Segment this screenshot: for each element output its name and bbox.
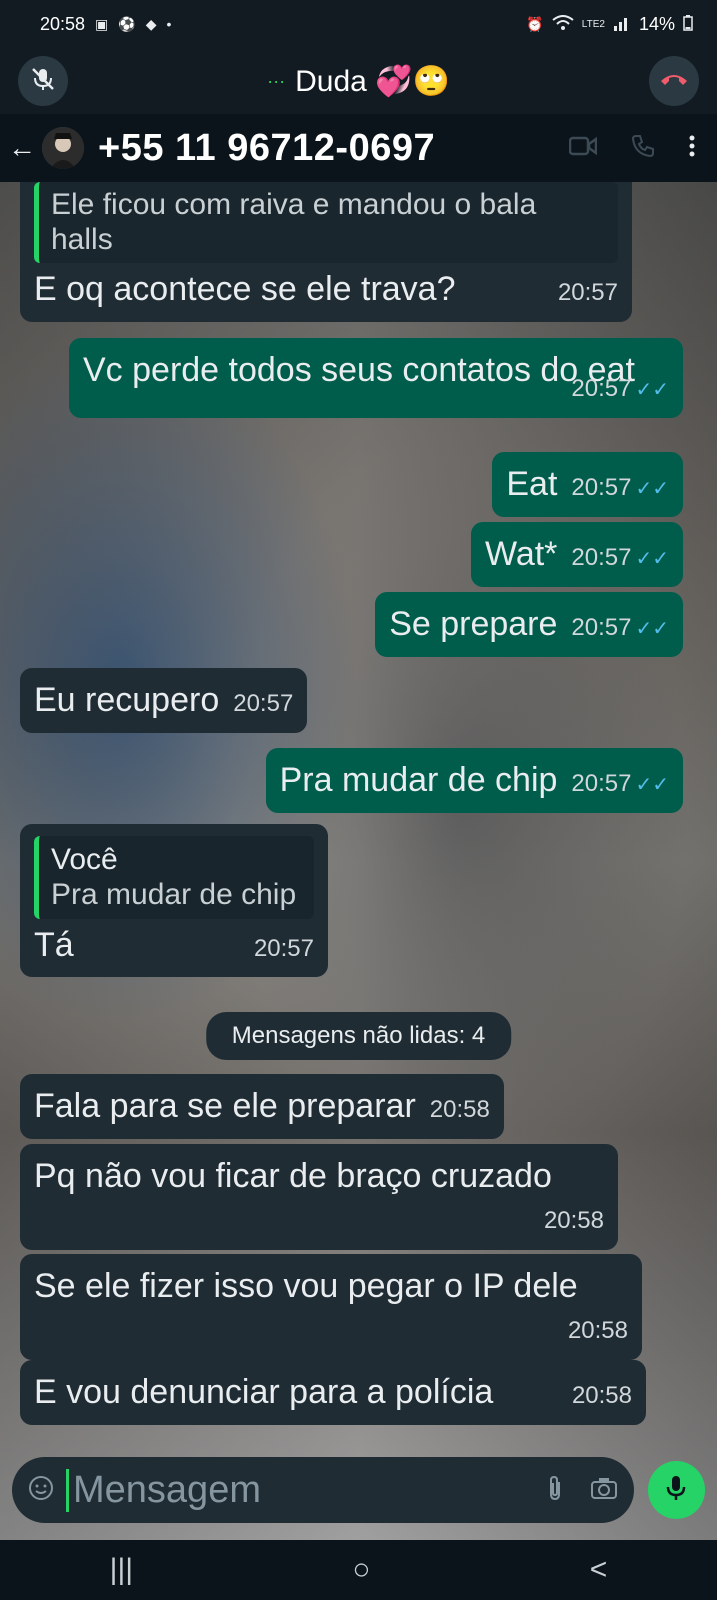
message-text: E vou denunciar para a polícia	[34, 1373, 494, 1411]
battery-percentage: 14%	[638, 13, 675, 34]
soccer-notification-icon: ⚽	[118, 15, 136, 32]
message-input[interactable]: Mensagem	[66, 1468, 534, 1512]
chat-area[interactable]: Ele ficou com raiva e mandou o bala hall…	[0, 182, 717, 1540]
mute-button[interactable]	[18, 56, 68, 106]
message-text: Wat*	[485, 535, 558, 573]
message-time: 20:57	[233, 690, 294, 717]
mic-icon	[666, 1474, 686, 1507]
message-bubble[interactable]: Você Pra mudar de chip Tá 20:57	[20, 824, 328, 978]
call-status-dots: ···	[267, 70, 286, 91]
message-text: Se prepare	[389, 605, 558, 643]
contact-phone-number[interactable]: +55 11 96712-0697	[98, 127, 435, 170]
message-time: 20:57	[571, 614, 632, 641]
quoted-author: Você	[51, 843, 118, 876]
message-time: 20:57	[571, 544, 632, 571]
hang-up-icon	[659, 71, 689, 92]
more-options-icon[interactable]	[689, 135, 695, 162]
message-text: Pra mudar de chip	[279, 761, 558, 799]
attach-icon[interactable]	[546, 1474, 564, 1507]
wifi-icon	[552, 14, 574, 34]
gallery-notification-icon: ▣	[95, 15, 109, 32]
back-arrow-icon[interactable]: ←	[8, 132, 38, 164]
chat-header: ← +55 11 96712-0697	[0, 114, 717, 182]
read-receipt-icon: ✓✓	[635, 478, 669, 500]
alarm-icon: ⏰	[526, 15, 544, 32]
unread-messages-divider: Mensagens não lidas: 4	[205, 1012, 512, 1060]
message-bubble[interactable]: Pq não vou ficar de braço cruzado 20:58	[20, 1144, 618, 1250]
message-bubble[interactable]: Eu recupero 20:57	[20, 668, 308, 733]
message-text: Fala para se ele preparar	[34, 1087, 416, 1125]
camera-icon[interactable]	[590, 1476, 618, 1505]
message-bubble[interactable]: Eat 20:57 ✓✓	[492, 452, 683, 517]
quoted-text: Pra mudar de chip	[51, 878, 297, 911]
system-back-button[interactable]: <	[590, 1553, 608, 1587]
read-receipt-icon: ✓✓	[635, 774, 669, 796]
message-time: 20:58	[429, 1096, 490, 1123]
message-input-box[interactable]: Mensagem	[12, 1457, 634, 1523]
voice-message-button[interactable]	[647, 1461, 705, 1519]
message-bubble[interactable]: Wat* 20:57 ✓✓	[471, 522, 683, 587]
ongoing-call-bar[interactable]: ··· Duda 💞🙄	[0, 48, 717, 114]
message-bubble[interactable]: Fala para se ele preparar 20:58	[20, 1074, 504, 1139]
read-receipt-icon: ✓✓	[635, 378, 669, 401]
more-notifications-dot-icon: •	[166, 16, 172, 32]
call-contact[interactable]: ··· Duda 💞🙄	[267, 64, 450, 99]
quoted-text: Ele ficou com raiva e mandou o bala hall…	[51, 188, 537, 256]
sticker-icon[interactable]	[28, 1475, 54, 1506]
read-receipt-icon: ✓✓	[635, 618, 669, 640]
message-time: 20:57	[571, 374, 632, 402]
message-text: E oq acontece se ele trava?	[34, 270, 456, 308]
message-bubble[interactable]: Pra mudar de chip 20:57 ✓✓	[265, 748, 683, 813]
message-bubble[interactable]: Vc perde todos seus contatos do eat 20:5…	[69, 338, 683, 418]
message-time: 20:58	[571, 1382, 632, 1409]
message-text: Se ele fizer isso vou pegar o IP dele	[34, 1267, 578, 1305]
message-time: 20:58	[543, 1206, 604, 1234]
battery-icon	[683, 14, 693, 34]
quoted-message[interactable]: Você Pra mudar de chip	[34, 836, 314, 919]
read-receipt-icon: ✓✓	[635, 548, 669, 570]
voice-call-icon[interactable]	[631, 134, 655, 163]
end-call-button[interactable]	[649, 56, 699, 106]
call-contact-name: Duda 💞🙄	[295, 64, 450, 98]
message-time: 20:57	[571, 474, 632, 501]
message-bubble[interactable]: Se ele fizer isso vou pegar o IP dele 20…	[20, 1254, 642, 1360]
home-button[interactable]: ○	[352, 1553, 370, 1587]
message-time: 20:57	[557, 279, 618, 306]
app-notification-icon: ◆	[145, 15, 157, 32]
message-time: 20:58	[567, 1316, 628, 1344]
message-text: Pq não vou ficar de braço cruzado	[34, 1157, 552, 1195]
message-text: Tá	[34, 925, 74, 964]
message-composer: Mensagem	[0, 1440, 717, 1540]
message-time: 20:57	[253, 934, 314, 962]
recent-apps-button[interactable]: |||	[110, 1553, 133, 1587]
message-time: 20:57	[571, 770, 632, 797]
message-bubble[interactable]: Ele ficou com raiva e mandou o bala hall…	[20, 182, 632, 322]
system-navigation-bar: ||| ○ <	[0, 1540, 717, 1600]
mic-off-icon	[30, 66, 56, 97]
message-text: Eu recupero	[34, 681, 220, 719]
signal-icon	[613, 15, 631, 34]
status-time: 20:58	[40, 13, 86, 34]
video-call-icon[interactable]	[568, 136, 598, 161]
message-bubble[interactable]: E vou denunciar para a polícia 20:58	[20, 1360, 646, 1425]
message-bubble[interactable]: Se prepare 20:57 ✓✓	[375, 592, 683, 657]
avatar[interactable]	[42, 127, 84, 169]
message-text: Eat	[506, 465, 558, 503]
network-type-label: LTE2	[581, 18, 605, 30]
status-bar: 20:58 ▣ ⚽ ◆ • ⏰ LTE2 14%	[0, 0, 717, 48]
quoted-message[interactable]: Ele ficou com raiva e mandou o bala hall…	[34, 182, 618, 263]
